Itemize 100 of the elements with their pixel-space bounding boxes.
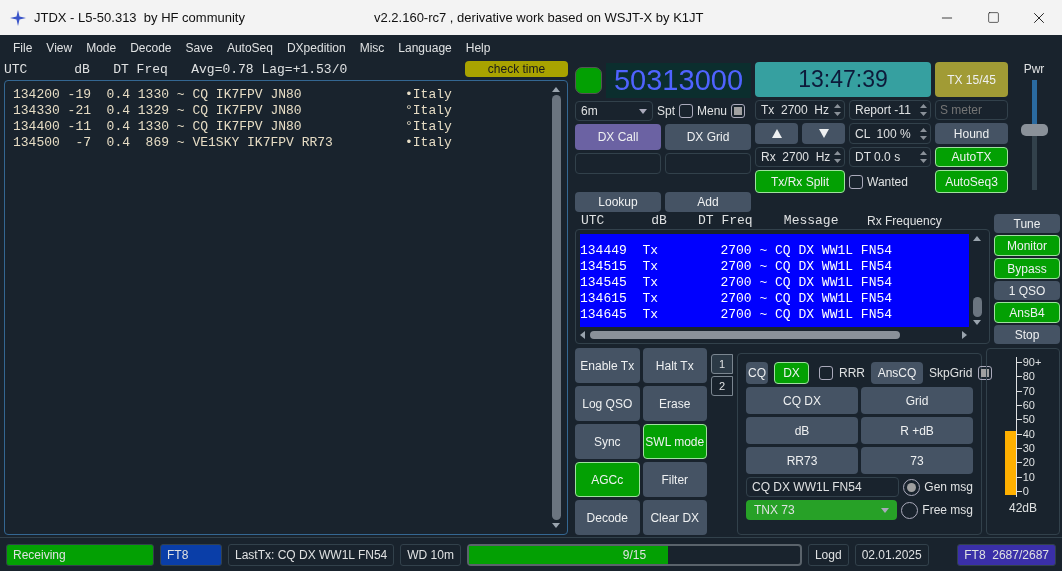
anscq-button[interactable]: AnsCQ [871,362,923,384]
status-field: LastTx: CQ DX WW1L FN54 [228,543,395,566]
control-button[interactable]: Filter [642,462,707,497]
skpgrid-checkbox[interactable] [978,366,993,380]
tx-frequency-spinbox[interactable]: Tx 2700 Hz [755,100,845,120]
message-row[interactable]: 134545 Tx 2700 ~ CQ DX WW1L FN54 [580,275,969,291]
decode-text[interactable]: 134200 -19 0.4 1330 ~ CQ IK7FPV JN80 [13,87,405,103]
maximize-icon[interactable] [986,11,1000,24]
column-header: Rx Frequency [867,213,942,228]
control-button[interactable]: Log QSO [575,386,640,421]
menu-item[interactable]: Mode [79,40,124,55]
horizontal-scrollbar[interactable] [580,329,967,341]
rx-frequency-spinbox[interactable]: Rx 2700 Hz [755,147,845,167]
window-subtitle: v2.2.160-rc7 , derivative work based on WSJT-X by K1JT [374,10,705,25]
status-field: Receiving [6,543,154,566]
free-msg-label: Free msg [922,503,973,517]
menu-checkbox[interactable] [731,104,746,118]
control-button[interactable]: Enable Tx [575,348,640,383]
menu-item[interactable]: Help [458,40,498,55]
clock-display: 13:47:39 [755,62,931,97]
message-button[interactable]: dB [746,417,858,444]
star-icon [10,9,26,26]
scale-label: 50 [1016,414,1042,426]
spinner-icon[interactable] [919,102,928,118]
scale-label: 40 [1016,428,1042,440]
message-button[interactable]: 73 [861,447,973,474]
hound-button[interactable]: Hound [935,123,1008,144]
menu-item[interactable]: Misc [352,40,392,55]
scale-label: 0 [1016,485,1042,497]
dt-spinbox[interactable]: DT 0.0 s [849,147,931,167]
scale-label: 70 [1016,385,1042,397]
country-text: °Italy [405,119,452,135]
menu-item[interactable]: File [6,40,40,55]
side-button[interactable]: Stop [994,325,1060,344]
decode-text[interactable]: 134330 -21 0.4 1329 ~ CQ IK7FPV JN80 [13,103,405,119]
dx-grid-field[interactable] [665,153,751,174]
message-button[interactable]: Grid [861,387,973,414]
message-tab[interactable]: 1 [711,354,733,374]
progress-text: 9/15 [622,547,647,562]
frequency-display: 50313000 [606,62,751,98]
window-title: JTDX - L5-50.313 by HF community [34,10,246,25]
dropdown-icon [639,108,647,114]
add-button[interactable]: Add [665,192,751,212]
status-field: WD 10m [400,543,461,566]
column-header: UTC dB DT Freq Message [580,213,840,228]
wanted-checkbox[interactable] [849,174,863,189]
control-button[interactable]: Erase [642,386,707,421]
cq-toggle[interactable]: CQ [746,362,768,384]
message-row[interactable]: 134449 Tx 2700 ~ CQ DX WW1L FN54 [580,243,969,259]
scale-label: 20 [1016,457,1042,469]
side-button[interactable]: 1 QSO [994,281,1060,300]
dx-call-button[interactable]: DX Call [575,124,661,150]
control-button[interactable]: Halt Tx [642,348,707,383]
message-row[interactable]: 134645 Tx 2700 ~ CQ DX WW1L FN54 [580,307,969,323]
side-button[interactable]: Tune [994,214,1060,233]
decode-text[interactable]: 134500 -7 0.4 869 ~ VE1SKY IK7FPV RR73 [13,135,405,151]
slider-handle[interactable] [1020,124,1048,137]
cl-spinbox[interactable]: CL 100 % [849,123,931,144]
menu-item[interactable]: Language [391,40,459,55]
message-button[interactable]: CQ DX [746,387,858,414]
down-arrow-icon [818,129,829,138]
column-header: UTC dB DT Freq Avg=0.78 Lag=+1.53/0 [4,61,348,77]
check-time-button[interactable]: check time [465,61,568,77]
menu-item[interactable]: DXpedition [279,40,353,55]
message-button[interactable]: RR73 [746,447,858,474]
decode-text[interactable]: 134400 -11 0.4 1330 ~ CQ IK7FPV JN80 [13,119,405,135]
menu-label: Menu [697,104,728,118]
message-row[interactable]: 134615 Tx 2700 ~ CQ DX WW1L FN54 [580,291,969,307]
scale-label: 30 [1016,442,1042,454]
menu-item[interactable]: AutoSeq [219,40,280,55]
lookup-button[interactable]: Lookup [575,192,661,212]
menu-item[interactable]: Save [178,40,220,55]
menu-item[interactable]: Decode [123,40,179,55]
mode-field: FT8 2687/2687 [957,543,1056,566]
status-field: Logd [807,543,849,566]
skpgrid-label: SkpGrid [929,366,973,380]
control-button[interactable]: Sync [575,424,640,459]
spt-checkbox[interactable] [679,104,693,118]
s-meter-field[interactable]: S meter [935,100,1008,120]
band-select[interactable]: 6m [575,101,653,121]
message-field[interactable]: CQ DX WW1L FN54 [746,477,900,497]
menu-item[interactable]: View [39,40,80,55]
report-spinbox[interactable]: Report -11 [849,100,931,120]
dx-call-field[interactable] [575,153,661,174]
control-button[interactable]: Clear DX [642,500,707,535]
gen-msg-label: Gen msg [924,480,973,494]
up-button[interactable] [755,123,798,144]
message-tab[interactable]: 2 [711,376,733,396]
spinner-icon[interactable] [919,125,928,142]
message-button[interactable]: R +dB [861,417,973,444]
dropdown-icon [881,507,890,513]
spinner-icon[interactable] [833,149,842,165]
message-row[interactable]: 134515 Tx 2700 ~ CQ DX WW1L FN54 [580,259,969,275]
dx-grid-button[interactable]: DX Grid [665,124,751,150]
spinner-icon[interactable] [833,102,842,118]
spinner-icon[interactable] [919,149,928,165]
country-text: •Italy [405,87,452,103]
down-button[interactable] [802,123,845,144]
rrr-checkbox[interactable] [819,366,833,380]
control-button[interactable]: Decode [575,500,640,535]
